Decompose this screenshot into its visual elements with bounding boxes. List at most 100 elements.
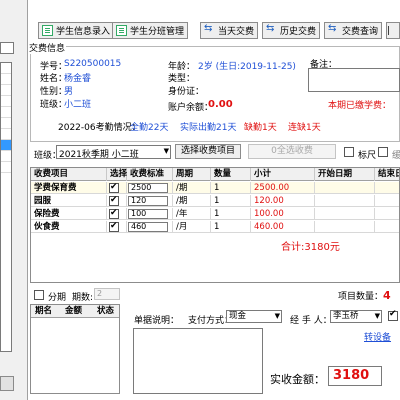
document-icon	[116, 25, 127, 36]
header-start-date: 开始日期	[315, 168, 375, 181]
list-item[interactable]	[1, 74, 11, 85]
start-date-cell	[315, 195, 375, 207]
handler-checkbox[interactable]	[388, 309, 398, 321]
gender-label: 性别：	[40, 87, 68, 97]
header-status: 状态	[97, 306, 115, 316]
absent-days: 缺勤1天	[244, 123, 277, 133]
fee-item-name: 园服	[31, 195, 107, 207]
payment-query-button[interactable]: 交费查询	[324, 22, 383, 39]
row-checkbox[interactable]	[109, 195, 119, 206]
header-period-name: 期名	[35, 306, 53, 316]
table-row[interactable]: 园服 120 /期 1 120.00	[31, 195, 399, 207]
period-count-label: 期数:	[72, 293, 94, 303]
history-payment-button[interactable]: 历史交费	[262, 22, 321, 39]
student-no-value: S220500015	[64, 59, 122, 69]
table-header: 期名 金额 状态	[31, 305, 119, 318]
name-value: 杨金睿	[64, 74, 92, 84]
fee-item-name: 伙食费	[31, 221, 107, 233]
student-filter-combo[interactable]	[0, 42, 14, 54]
remark-field[interactable]	[308, 68, 400, 92]
note-label: 单据说明：	[134, 316, 180, 326]
item-count: 项目数量：4	[338, 289, 391, 302]
table-row[interactable]: 保险费 100 /年 1 100.00	[31, 208, 399, 220]
list-item[interactable]	[1, 129, 11, 140]
qty-cell: 1	[211, 195, 251, 207]
end-date-cell	[375, 195, 399, 207]
type-label: 类型：	[168, 74, 196, 84]
select-cell	[107, 221, 127, 233]
table-row[interactable]: 学费保育费 2500 /期 1 2500.00	[31, 182, 399, 194]
student-list[interactable]	[0, 62, 12, 352]
select-cell	[107, 208, 127, 220]
group-title: 交费信息	[28, 41, 67, 54]
other-checkbox[interactable]	[378, 147, 388, 157]
chevron-down-icon: ▼	[163, 147, 169, 155]
subtotal-cell: 2500.00	[251, 182, 315, 194]
fee-item-name: 保险费	[31, 208, 107, 220]
start-date-cell	[315, 221, 375, 233]
list-item[interactable]	[1, 151, 11, 162]
qty-cell: 1	[211, 182, 251, 194]
class-label: 班级：	[40, 100, 68, 110]
left-panel-button[interactable]	[0, 376, 14, 391]
exchange-icon	[204, 23, 215, 36]
document-icon	[42, 25, 53, 36]
balance-value: 0.00	[208, 99, 233, 110]
list-item[interactable]	[1, 162, 11, 173]
installment-table: 期名 金额 状态	[30, 304, 120, 394]
row-checkbox[interactable]	[109, 221, 119, 232]
header-select: 选择	[107, 168, 127, 181]
select-all-fees-button[interactable]: 0全选收费	[248, 144, 336, 159]
attendance-label: 2022-06考勤情况：	[58, 123, 141, 133]
note-field[interactable]	[133, 328, 263, 394]
list-item[interactable]	[1, 118, 11, 129]
standard-input[interactable]: 100	[128, 209, 168, 219]
installment-checkbox[interactable]	[34, 290, 44, 300]
row-checkbox[interactable]	[109, 208, 119, 219]
other-label: 缓	[392, 151, 400, 161]
toolbar: 学生信息录入 学生分班管理 当天交费 历史交费 交费查询 |	[30, 22, 400, 40]
list-item-selected[interactable]	[1, 140, 11, 151]
id-label: 身份证：	[168, 87, 205, 97]
select-fee-items-button[interactable]: 选择收费项目	[175, 144, 241, 159]
consecutive-absent: 连缺1天	[288, 123, 321, 133]
subtotal-cell: 100.00	[251, 208, 315, 220]
standard-label: 标尺	[358, 151, 377, 161]
list-item[interactable]	[1, 85, 11, 96]
period-cell: /月	[173, 221, 211, 233]
table-header: 收费项目 选择 收费标准 周期 数量 小计 开始日期 结束日	[31, 168, 399, 181]
table-row[interactable]: 伙食费 460 /月 1 460.00	[31, 221, 399, 233]
standard-cell: 460	[127, 221, 173, 233]
paid-tuition-text: 本期已缴学费：	[328, 101, 392, 111]
list-item[interactable]	[1, 96, 11, 107]
exchange-icon	[328, 23, 339, 36]
standard-checkbox[interactable]	[344, 147, 354, 157]
transfer-link[interactable]: 转设备	[364, 330, 391, 343]
today-payment-button[interactable]: 当天交费	[200, 22, 259, 39]
chevron-down-icon: ▼	[274, 312, 280, 320]
age-value: 2岁 (生日:2019-11-25)	[198, 62, 296, 72]
standard-input[interactable]: 2500	[128, 183, 168, 193]
toolbar-overflow-button[interactable]: |	[386, 22, 400, 39]
class-select[interactable]: 2021秋季期 小二班 ▼	[56, 145, 171, 160]
standard-input[interactable]: 120	[128, 196, 168, 206]
row-checkbox[interactable]	[109, 182, 119, 193]
header-period: 周期	[173, 168, 211, 181]
fee-items-table: 收费项目 选择 收费标准 周期 数量 小计 开始日期 结束日 学费保育费 250…	[30, 167, 400, 283]
end-date-cell	[375, 182, 399, 194]
subtotal-cell: 460.00	[251, 221, 315, 233]
period-count-stepper[interactable]: 2	[94, 288, 120, 300]
header-end-date: 结束日	[375, 168, 399, 181]
student-info-entry-button[interactable]: 学生信息录入	[38, 22, 115, 39]
list-item[interactable]	[1, 107, 11, 118]
paid-amount-field[interactable]: 3180	[328, 366, 382, 386]
standard-cell: 2500	[127, 182, 173, 194]
student-class-mgmt-button[interactable]: 学生分班管理	[112, 22, 189, 39]
handler-select[interactable]: 李玉桥 ▼	[330, 310, 382, 323]
balance-label: 账户余额：	[168, 103, 214, 113]
select-cell	[107, 195, 127, 207]
list-item[interactable]	[1, 63, 11, 74]
class-value: 小二班	[64, 100, 92, 110]
standard-input[interactable]: 460	[128, 222, 168, 232]
pay-method-select[interactable]: 现金 ▼	[226, 310, 282, 323]
